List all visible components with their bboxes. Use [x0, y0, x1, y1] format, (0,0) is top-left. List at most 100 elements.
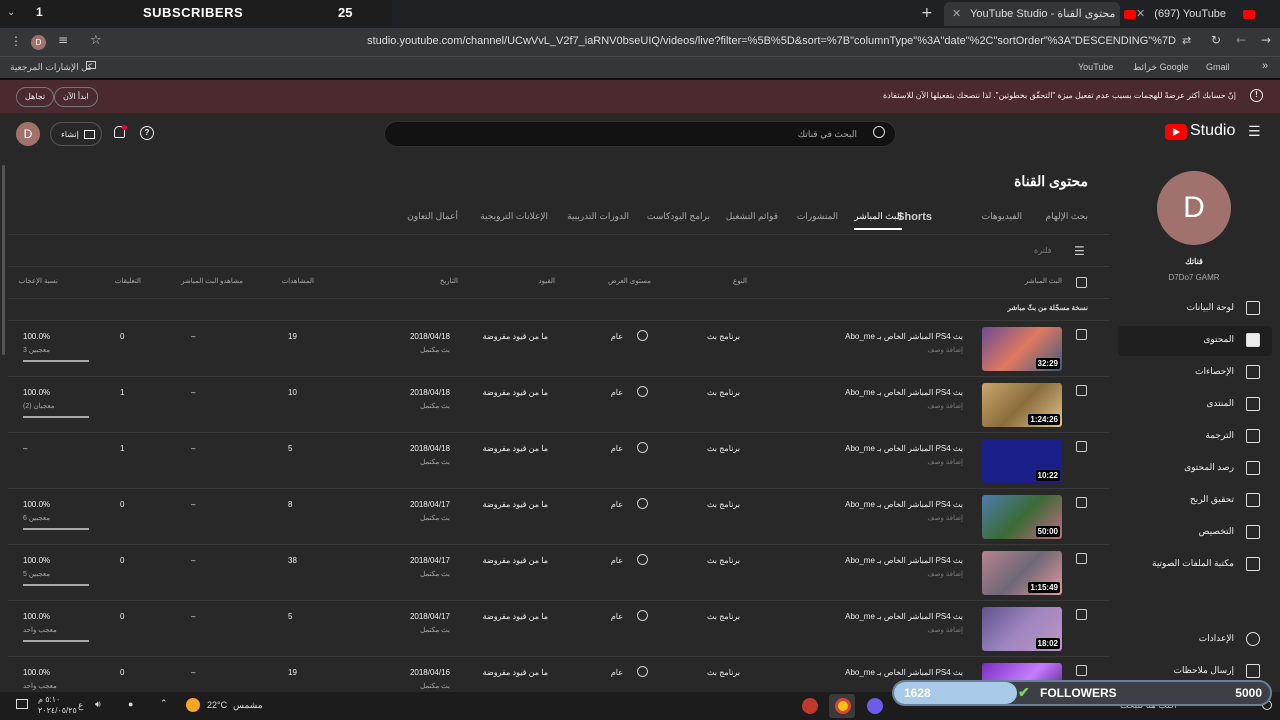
volume-icon[interactable]: 🔊︎: [95, 699, 101, 710]
table-row[interactable]: 1:15:49 بث PS4 المباشر الخاص بـ Abo_me إضا…: [8, 545, 1109, 601]
tab-0[interactable]: بحث الإلهام: [1046, 211, 1089, 222]
tab-2[interactable]: Shorts: [897, 211, 932, 223]
close-icon[interactable]: ✕: [1136, 8, 1145, 20]
forward-icon[interactable]: ←: [1236, 33, 1246, 47]
tab-5[interactable]: قوائم التشغيل: [726, 211, 778, 222]
comments-cell[interactable]: 0: [120, 500, 124, 509]
comments-cell[interactable]: 1: [120, 444, 124, 453]
filter-icon[interactable]: ☰: [1074, 244, 1085, 258]
new-tab-icon[interactable]: +: [921, 5, 933, 21]
dismiss-button[interactable]: تجاهل: [16, 87, 55, 107]
app-icon[interactable]: [867, 698, 883, 714]
row-checkbox[interactable]: [1076, 497, 1087, 508]
video-thumbnail[interactable]: 32:29: [982, 327, 1062, 371]
row-checkbox[interactable]: [1076, 609, 1087, 620]
tab-7[interactable]: الدورات التدريبية: [567, 211, 629, 222]
all-bookmarks[interactable]: كل الإشارات المرجعية: [10, 62, 92, 73]
tray-chevron-icon[interactable]: ⌃: [160, 698, 168, 709]
tab-6[interactable]: برامج البودكاست: [647, 211, 710, 222]
tab-studio[interactable]: ✕ YouTube Studio - محتوى القناة: [944, 2, 1137, 26]
site-settings-icon[interactable]: ⇄: [1182, 34, 1191, 47]
visibility-cell[interactable]: عام: [611, 668, 623, 677]
video-title[interactable]: بث PS4 المباشر الخاص بـ Abo_me: [845, 668, 963, 677]
column-header-6[interactable]: مشاهدو البث المباشر: [181, 277, 243, 285]
weather-temp[interactable]: 22°C: [207, 700, 227, 710]
row-checkbox[interactable]: [1076, 329, 1087, 340]
video-title[interactable]: بث PS4 المباشر الخاص بـ Abo_me: [845, 556, 963, 565]
video-description[interactable]: إضافة وصف: [927, 402, 963, 410]
visibility-cell[interactable]: عام: [611, 612, 623, 621]
column-header-1[interactable]: النوع: [733, 277, 747, 285]
bookmark-youtube[interactable]: YouTube: [1078, 62, 1113, 72]
select-all-checkbox[interactable]: [1076, 277, 1087, 288]
start-now-button[interactable]: ابدأ الآن: [54, 87, 98, 107]
visibility-cell[interactable]: عام: [611, 500, 623, 509]
row-checkbox[interactable]: [1076, 385, 1087, 396]
account-avatar[interactable]: D: [16, 122, 40, 146]
sidebar-item-settings[interactable]: الإعدادات: [1118, 625, 1272, 655]
comments-cell[interactable]: 0: [120, 668, 124, 677]
channel-avatar[interactable]: D: [1157, 171, 1231, 245]
filter-input[interactable]: فلترة: [1034, 246, 1052, 255]
visibility-cell[interactable]: عام: [611, 332, 623, 341]
scrollbar[interactable]: [2, 165, 5, 355]
column-header-7[interactable]: التعليقات: [115, 277, 141, 285]
video-title[interactable]: بث PS4 المباشر الخاص بـ Abo_me: [845, 612, 963, 621]
visibility-cell[interactable]: عام: [611, 556, 623, 565]
row-checkbox[interactable]: [1076, 441, 1087, 452]
column-header-3[interactable]: القيود: [539, 277, 555, 285]
tab-1[interactable]: الفيديوهات: [982, 211, 1022, 222]
video-thumbnail[interactable]: 50:00: [982, 495, 1062, 539]
youtube-logo[interactable]: [1165, 124, 1187, 140]
bookmark-star-icon[interactable]: ☆: [90, 33, 102, 48]
search-icon[interactable]: [873, 126, 885, 138]
language-indicator[interactable]: ع: [78, 700, 83, 711]
comments-cell[interactable]: 0: [120, 556, 124, 565]
sidebar-item-audio-library[interactable]: مكتبة الملفات الصوتية: [1118, 550, 1272, 580]
visibility-cell[interactable]: عام: [611, 388, 623, 397]
url-field[interactable]: studio.youtube.com/channel/UCwVvL_V2f7_i…: [110, 31, 1206, 53]
menu-dots-icon[interactable]: ⋮: [10, 34, 22, 48]
tab-9[interactable]: أعمال التعاون: [407, 211, 458, 222]
video-description[interactable]: إضافة وصف: [927, 626, 963, 634]
column-header-2[interactable]: مستوى العرض: [608, 277, 651, 285]
sidebar-item-customization[interactable]: التخصيص: [1118, 518, 1272, 548]
tab-8[interactable]: الإعلانات الترويجية: [480, 211, 548, 222]
app-icon[interactable]: [802, 698, 818, 714]
video-thumbnail[interactable]: 10:22: [982, 439, 1062, 483]
table-row[interactable]: 32:29 بث PS4 المباشر الخاص بـ Abo_me إضافة…: [8, 321, 1109, 377]
sidebar-item-community[interactable]: المنتدى: [1118, 390, 1272, 420]
sidebar-item-copyright[interactable]: رصد المحتوى: [1118, 454, 1272, 484]
create-button[interactable]: إنشاء: [50, 122, 102, 146]
row-checkbox[interactable]: [1076, 665, 1087, 676]
video-description[interactable]: إضافة وصف: [927, 570, 963, 578]
sidebar-item-monetization[interactable]: تحقيق الربح: [1118, 486, 1272, 516]
video-description[interactable]: إضافة وصف: [927, 346, 963, 354]
video-title[interactable]: بث PS4 المباشر الخاص بـ Abo_me: [845, 444, 963, 453]
video-title[interactable]: بث PS4 المباشر الخاص بـ Abo_me: [845, 332, 963, 341]
table-row[interactable]: 1:24:26 بث PS4 المباشر الخاص بـ Abo_me إضا…: [8, 377, 1109, 433]
video-description[interactable]: إضافة وصف: [927, 458, 963, 466]
comments-cell[interactable]: 0: [120, 612, 124, 621]
video-thumbnail[interactable]: 1:15:49: [982, 551, 1062, 595]
visibility-cell[interactable]: عام: [611, 444, 623, 453]
weather-desc[interactable]: مشمس: [233, 700, 263, 711]
sidebar-item-analytics[interactable]: الإحصاءات: [1118, 358, 1272, 388]
table-row[interactable]: 10:22 بث PS4 المباشر الخاص بـ Abo_me إضافة…: [8, 433, 1109, 489]
search-input[interactable]: البحث في قناتك: [384, 121, 896, 147]
row-checkbox[interactable]: [1076, 553, 1087, 564]
table-row[interactable]: 50:00 بث PS4 المباشر الخاص بـ Abo_me إضافة…: [8, 489, 1109, 545]
tab-3[interactable]: البث المباشر: [854, 211, 902, 230]
tab-4[interactable]: المنشورات: [797, 211, 838, 222]
help-icon[interactable]: ?: [140, 126, 154, 140]
back-icon[interactable]: →: [1261, 33, 1271, 47]
table-row[interactable]: 18:02 بث PS4 المباشر الخاص بـ Abo_me إضافة…: [8, 601, 1109, 657]
video-title[interactable]: بث PS4 المباشر الخاص بـ Abo_me: [845, 500, 963, 509]
sidebar-item-content[interactable]: المحتوى: [1118, 326, 1272, 356]
hamburger-menu-icon[interactable]: ☰: [1248, 124, 1261, 140]
column-header-4[interactable]: التاريخ: [440, 277, 458, 285]
close-icon[interactable]: ✕: [952, 8, 961, 20]
microphone-icon[interactable]: ●: [128, 699, 133, 709]
video-thumbnail[interactable]: 1:24:26: [982, 383, 1062, 427]
tab-list-icon[interactable]: ≡: [58, 33, 68, 47]
